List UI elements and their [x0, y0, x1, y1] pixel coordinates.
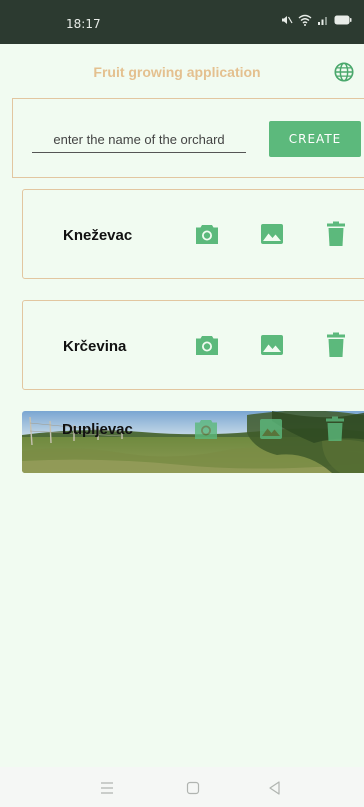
gallery-icon [261, 335, 283, 355]
trash-icon [327, 332, 345, 357]
orchard-name: Dupljevac [62, 421, 133, 438]
app-header: Fruit growing application [0, 44, 364, 98]
navigation-bar [0, 767, 364, 807]
status-time: 18:17 [66, 17, 101, 31]
camera-button[interactable] [192, 330, 222, 360]
wifi-icon [298, 14, 312, 26]
gallery-icon [261, 224, 283, 244]
delete-button[interactable] [321, 330, 351, 360]
battery-icon [334, 15, 352, 25]
gallery-button[interactable] [256, 414, 286, 444]
home-icon[interactable] [182, 777, 204, 799]
status-bar: 18:17 [0, 0, 364, 44]
create-button[interactable]: CREATE [269, 121, 361, 157]
gallery-button[interactable] [257, 330, 287, 360]
trash-icon [326, 416, 344, 441]
orchard-card[interactable]: Kneževac [22, 189, 364, 279]
app-title: Fruit growing application [93, 64, 261, 80]
orchard-card[interactable]: Dupljevac [22, 411, 364, 473]
camera-icon [196, 225, 218, 244]
orchard-name: Krčevina [63, 338, 127, 355]
camera-button[interactable] [192, 219, 222, 249]
camera-icon [195, 420, 217, 439]
signal-icon [318, 17, 327, 25]
camera-icon [196, 336, 218, 355]
delete-button[interactable] [321, 219, 351, 249]
mute-icon [282, 16, 293, 24]
gallery-button[interactable] [257, 219, 287, 249]
back-icon[interactable] [264, 777, 286, 799]
trash-icon [327, 221, 345, 246]
delete-button[interactable] [320, 414, 350, 444]
orchard-name-input[interactable] [32, 127, 246, 153]
create-orchard-form: CREATE [12, 98, 364, 178]
status-icons [281, 14, 352, 26]
menu-icon[interactable] [96, 777, 118, 799]
orchard-name: Kneževac [63, 227, 133, 244]
globe-icon[interactable] [333, 61, 355, 83]
orchard-card[interactable]: Krčevina [22, 300, 364, 390]
gallery-icon [260, 419, 282, 439]
camera-button[interactable] [191, 414, 221, 444]
